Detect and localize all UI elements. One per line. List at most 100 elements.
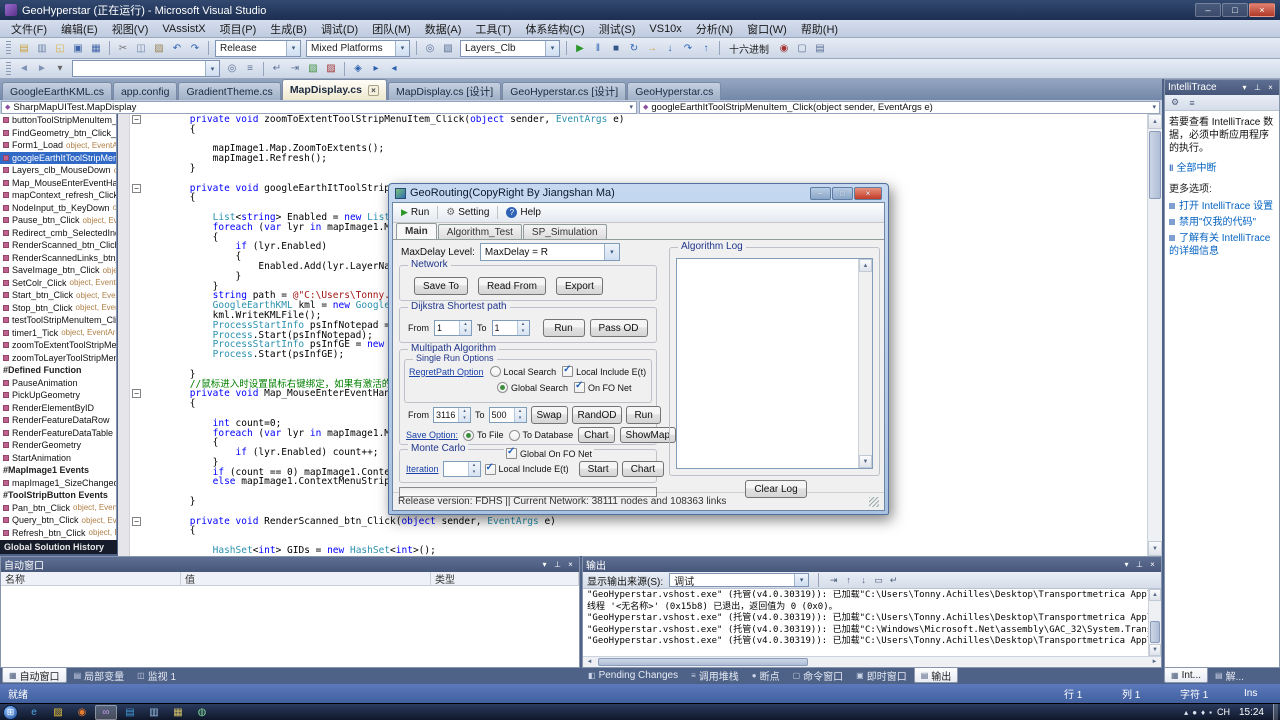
- outline-item[interactable]: zoomToExtentToolStripMenu object, EventA…: [0, 339, 116, 352]
- navigate-forward-icon[interactable]: ►: [33, 61, 51, 77]
- taskbar-ie-icon[interactable]: e: [23, 705, 45, 720]
- menu-item[interactable]: 数据(A): [418, 20, 469, 38]
- scrollbar-thumb[interactable]: [1150, 621, 1160, 643]
- help-button[interactable]: ? Help: [502, 207, 545, 218]
- dialog-tab[interactable]: Algorithm_Test: [437, 224, 522, 239]
- outline-item[interactable]: #Defined Function: [0, 364, 116, 377]
- swap-button[interactable]: Swap: [530, 406, 568, 424]
- maximize-icon[interactable]: □: [832, 186, 853, 200]
- taskbar-folder-icon[interactable]: ▦: [167, 705, 189, 720]
- side-panel-tab[interactable]: ▦ Int...: [1164, 668, 1209, 683]
- taskbar-clock[interactable]: 15:24: [1239, 707, 1264, 718]
- menu-item[interactable]: 窗口(W): [740, 20, 794, 38]
- tab-close-icon[interactable]: ×: [367, 84, 379, 96]
- chevron-down-icon[interactable]: ▾: [545, 40, 559, 56]
- panel-tab[interactable]: ▢ 命令窗口: [787, 668, 850, 683]
- save-all-icon[interactable]: ▦: [87, 40, 105, 56]
- panel-title-bar[interactable]: IntelliTrace ▾ ⊥ ×: [1165, 80, 1279, 95]
- save-option-link[interactable]: Save Option:: [406, 430, 458, 440]
- panel-tab[interactable]: ◧ Pending Changes: [582, 668, 684, 683]
- panel-title-bar[interactable]: 输出 ▾ ⊥ ×: [583, 557, 1161, 572]
- setting-button[interactable]: ⚙ Setting: [442, 207, 493, 218]
- outline-item[interactable]: SetColr_Click object, EventArgs: [0, 277, 116, 290]
- outline-item[interactable]: Query_btn_Click object, EventArgs: [0, 514, 116, 527]
- previous-message-icon[interactable]: ↑: [841, 573, 856, 586]
- local-include-checkbox[interactable]: Local Include E(t): [562, 364, 646, 377]
- panel-tab[interactable]: ▣ 即时窗口: [850, 668, 913, 683]
- minimize-icon[interactable]: –: [1195, 3, 1221, 17]
- menu-item[interactable]: 调试(D): [314, 20, 365, 38]
- code-line[interactable]: private void zoomToExtentToolStripMenuIt…: [118, 115, 1147, 125]
- chevron-down-icon[interactable]: ▾: [1152, 103, 1156, 111]
- document-tab[interactable]: MapDisplay.cs ×: [281, 79, 387, 100]
- outline-item[interactable]: PauseAnimation: [0, 377, 116, 390]
- output-horizontal-scrollbar[interactable]: ◄ ►: [583, 656, 1161, 667]
- scroll-up-icon[interactable]: ▲: [1149, 589, 1161, 601]
- close-icon[interactable]: ×: [1265, 83, 1276, 92]
- language-indicator[interactable]: CH: [1217, 707, 1230, 717]
- code-line[interactable]: }: [118, 164, 1147, 174]
- undo-icon[interactable]: ↶: [168, 40, 186, 56]
- editor-vertical-scrollbar[interactable]: ▲ ▼: [1147, 114, 1162, 556]
- intellitrace-list-icon[interactable]: ≡: [1185, 96, 1199, 109]
- global-solution-history-bar[interactable]: Global Solution History: [0, 540, 117, 554]
- outline-item[interactable]: #ToolStripButton Events: [0, 489, 116, 502]
- output-source-combo[interactable]: 调试 ▾: [669, 573, 810, 588]
- code-line[interactable]: mapImage1.Refresh();: [118, 154, 1147, 164]
- members-dropdown[interactable]: ◆ googleEarthItToolStripMenuItem_Click(o…: [639, 100, 1160, 114]
- pass-od-button[interactable]: Pass OD: [589, 319, 648, 337]
- scroll-right-icon[interactable]: ►: [1148, 657, 1161, 667]
- document-tab[interactable]: GeoHyperstar.cs ×: [627, 82, 722, 100]
- cut-icon[interactable]: ✂: [114, 40, 132, 56]
- column-header[interactable]: 类型: [431, 572, 579, 586]
- configuration-combo[interactable]: Release ▾: [215, 39, 301, 57]
- save-to-button[interactable]: Save To: [414, 277, 468, 295]
- scroll-left-icon[interactable]: ◄: [583, 657, 596, 667]
- window-position-icon[interactable]: ▾: [1239, 83, 1250, 92]
- outline-item[interactable]: RenderScannedLinks_btn_Cli object, Event…: [0, 252, 116, 265]
- step-out-icon[interactable]: ↑: [697, 40, 715, 56]
- dialog-tab[interactable]: Main: [396, 223, 437, 239]
- navigate-icon[interactable]: ▧: [439, 40, 457, 56]
- dijkstra-run-button[interactable]: Run: [542, 319, 585, 337]
- taskbar-app-icon[interactable]: ◍: [191, 705, 213, 720]
- outline-item[interactable]: NodeInput_tb_KeyDown object, KeyEventArg…: [0, 202, 116, 215]
- comment-icon[interactable]: ▧: [304, 61, 322, 77]
- tray-status-icon[interactable]: ●: [1192, 708, 1197, 717]
- scrollbar-thumb[interactable]: [598, 658, 808, 666]
- outline-item[interactable]: Refresh_btn_Click object, EventArgs: [0, 527, 116, 540]
- chart-button[interactable]: Chart: [578, 427, 615, 443]
- autos-grid-body[interactable]: [1, 586, 579, 667]
- menu-item[interactable]: 编辑(E): [54, 20, 105, 38]
- taskbar-notepad-icon[interactable]: ▥: [143, 705, 165, 720]
- spinner-arrows-icon[interactable]: ▴ ▾: [513, 408, 526, 422]
- toolbar-grip[interactable]: [6, 61, 11, 76]
- taskbar-office-icon[interactable]: ▤: [119, 705, 141, 720]
- step-into-icon[interactable]: ↓: [661, 40, 679, 56]
- list-members-icon[interactable]: ≡: [241, 61, 259, 77]
- panel-tab[interactable]: ● 断点: [746, 668, 786, 683]
- menu-item[interactable]: 分析(N): [689, 20, 740, 38]
- save-icon[interactable]: ▣: [69, 40, 87, 56]
- copy-icon[interactable]: ◫: [132, 40, 150, 56]
- column-header[interactable]: 值: [181, 572, 431, 586]
- menu-item[interactable]: 文件(F): [4, 20, 54, 38]
- show-next-statement-icon[interactable]: →: [643, 40, 661, 56]
- export-button[interactable]: Export: [555, 277, 603, 295]
- outline-item[interactable]: FindGeometry_btn_Click_1 object, EventAr…: [0, 127, 116, 140]
- taskbar-explorer-icon[interactable]: ▨: [47, 705, 69, 720]
- column-header[interactable]: 名称: [1, 572, 181, 586]
- clear-output-icon[interactable]: ▭: [871, 574, 886, 587]
- open-file-icon[interactable]: ◱: [51, 40, 69, 56]
- immediate-window-icon[interactable]: ▢: [793, 40, 811, 56]
- intellitrace-link[interactable]: 了解有关 IntelliTrace 的详细信息: [1169, 232, 1275, 258]
- scroll-down-icon[interactable]: ▼: [1149, 644, 1161, 656]
- spinner-arrows-icon[interactable]: ▴ ▾: [516, 321, 529, 335]
- scroll-up-icon[interactable]: ▲: [859, 259, 872, 272]
- outline-item[interactable]: Stop_btn_Click object, EventArgs: [0, 302, 116, 315]
- clear-log-button[interactable]: Clear Log: [745, 480, 807, 498]
- bookmark-icon[interactable]: ◈: [349, 61, 367, 77]
- outline-item[interactable]: #MapImage1 Events: [0, 464, 116, 477]
- break-all-link[interactable]: ‖ 全部中断: [1169, 162, 1275, 175]
- menu-item[interactable]: 体系结构(C): [518, 20, 591, 38]
